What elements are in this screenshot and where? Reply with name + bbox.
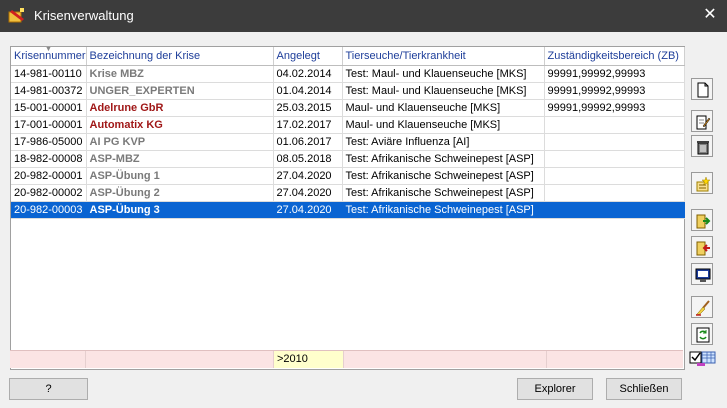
crisis-name-cell: AI PG KVP <box>86 133 274 151</box>
add-button[interactable] <box>691 172 713 194</box>
disease-cell: Test: Afrikanische Schweinepest [ASP] <box>342 184 545 202</box>
edit-button[interactable] <box>691 110 713 132</box>
disease-cell: Maul- und Klauenseuche [MKS] <box>342 116 545 134</box>
crisis-name-cell: Krise MBZ <box>86 65 274 83</box>
filter-name[interactable] <box>86 351 274 368</box>
disease-cell: Test: Maul- und Klauenseuche [MKS] <box>342 65 545 83</box>
crisis-name-cell: Automatix KG <box>86 116 274 134</box>
delete-button[interactable] <box>691 135 713 157</box>
refresh-button[interactable] <box>691 323 713 345</box>
table-row[interactable]: 14-981-00372 UNGER_EXPERTEN 01.04.2014 Test… <box>11 82 685 100</box>
table-row[interactable]: 20-982-00003 ASP-Übung 3 27.04.2020 Test: A… <box>11 201 685 219</box>
created-date-cell: 27.04.2020 <box>273 201 343 219</box>
created-date-cell: 27.04.2020 <box>273 167 343 185</box>
responsibility-cell: 99991,99992,99993 <box>544 99 685 117</box>
responsibility-cell: 99991,99992,99993 <box>544 65 685 83</box>
disease-cell: Test: Maul- und Klauenseuche [MKS] <box>342 82 545 100</box>
table-row[interactable]: 20-982-00001 ASP-Übung 1 27.04.2020 Test: A… <box>11 167 685 185</box>
crisis-number-cell: 17-001-00001 <box>11 116 87 134</box>
table-row[interactable]: 14-981-00110 Krise MBZ 04.02.2014 Test: Mau… <box>11 65 685 83</box>
checkbox-grid-icon <box>689 351 716 366</box>
table-row[interactable]: 17-001-00001 Automatix KG 17.02.2017 Maul- … <box>11 116 685 134</box>
created-date-cell: 01.06.2017 <box>273 133 343 151</box>
sort-indicator-icon: ▼ <box>45 47 52 53</box>
disease-cell: Test: Aviäre Influenza [AI] <box>342 133 545 151</box>
close-icon[interactable]: ✕ <box>693 0 727 32</box>
disease-cell: Test: Afrikanische Schweinepest [ASP] <box>342 150 545 168</box>
crisis-number-cell: 20-982-00002 <box>11 184 87 202</box>
crisis-name-cell: ASP-Übung 2 <box>86 184 274 202</box>
filter-disease[interactable] <box>344 351 547 368</box>
disease-cell: Test: Afrikanische Schweinepest [ASP] <box>342 201 545 219</box>
filter-row: >2010 <box>10 350 683 368</box>
table-header-row: ▼ Krisennummer Bezeichnung der Krise Ange… <box>11 47 685 66</box>
crisis-number-cell: 20-982-00001 <box>11 167 87 185</box>
screen-icon <box>695 268 711 282</box>
crisis-number-cell: 14-981-00110 <box>11 65 87 83</box>
crisis-number-cell: 18-982-00008 <box>11 150 87 168</box>
created-date-cell: 25.03.2015 <box>273 99 343 117</box>
edit-document-icon <box>696 115 711 130</box>
created-date-cell: 01.04.2014 <box>273 82 343 100</box>
add-star-icon <box>696 176 711 192</box>
responsibility-cell <box>544 150 685 168</box>
new-button[interactable] <box>691 78 713 100</box>
crisis-name-cell: ASP-MBZ <box>86 150 274 168</box>
column-header-name[interactable]: Bezeichnung der Krise <box>86 47 274 66</box>
explorer-button[interactable]: Explorer <box>517 378 593 400</box>
responsibility-cell <box>544 184 685 202</box>
created-date-cell: 08.05.2018 <box>273 150 343 168</box>
table-row[interactable]: 18-982-00008 ASP-MBZ 08.05.2018 Test: Afrik… <box>11 150 685 168</box>
column-header-nr[interactable]: ▼ Krisennummer <box>11 47 87 66</box>
filter-zb[interactable] <box>547 351 683 368</box>
crisis-name-cell: Adelrune GbR <box>86 99 274 117</box>
filter-date[interactable]: >2010 <box>274 351 344 368</box>
window-title: Krisenverwaltung <box>34 8 134 23</box>
created-date-cell: 27.04.2020 <box>273 184 343 202</box>
table-row[interactable]: 15-001-00001 Adelrune GbR 25.03.2015 Maul- … <box>11 99 685 117</box>
close-button[interactable]: Schließen <box>606 378 682 400</box>
import-button[interactable] <box>691 236 713 258</box>
brush-icon <box>695 300 710 316</box>
crisis-name-cell: UNGER_EXPERTEN <box>86 82 274 100</box>
column-header-date[interactable]: Angelegt <box>273 47 343 66</box>
new-document-icon <box>697 82 709 98</box>
column-select-toggle[interactable] <box>689 349 719 367</box>
crisis-number-cell: 20-982-00003 <box>11 201 87 219</box>
column-header-disease[interactable]: Tierseuche/Tierkrankheit <box>342 47 545 66</box>
crisis-table: ▼ Krisennummer Bezeichnung der Krise Ange… <box>10 46 685 370</box>
export-icon <box>696 214 711 229</box>
title-bar: Krisenverwaltung ✕ <box>0 0 727 32</box>
help-button[interactable]: ? <box>9 378 88 400</box>
export-button[interactable] <box>691 209 713 231</box>
crisis-name-cell: ASP-Übung 1 <box>86 167 274 185</box>
created-date-cell: 17.02.2017 <box>273 116 343 134</box>
responsibility-cell <box>544 116 685 134</box>
crisis-number-cell: 14-981-00372 <box>11 82 87 100</box>
responsibility-cell <box>544 167 685 185</box>
crisis-name-cell: ASP-Übung 3 <box>86 201 274 219</box>
view-button[interactable] <box>691 263 713 285</box>
column-header-zb[interactable]: Zuständigkeitsbereich (ZB) <box>544 47 685 66</box>
disease-cell: Test: Afrikanische Schweinepest [ASP] <box>342 167 545 185</box>
clear-button[interactable] <box>691 296 713 318</box>
table-row[interactable]: 20-982-00002 ASP-Übung 2 27.04.2020 Test: A… <box>11 184 685 202</box>
crisis-number-cell: 17-986-05000 <box>11 133 87 151</box>
import-icon <box>696 241 710 256</box>
responsibility-cell <box>544 201 685 219</box>
disease-cell: Maul- und Klauenseuche [MKS] <box>342 99 545 117</box>
created-date-cell: 04.02.2014 <box>273 65 343 83</box>
table-row[interactable]: 17-986-05000 AI PG KVP 01.06.2017 Test: Avi… <box>11 133 685 151</box>
filter-nr[interactable] <box>10 351 86 368</box>
refresh-icon <box>696 327 710 343</box>
crisis-number-cell: 15-001-00001 <box>11 99 87 117</box>
app-icon <box>8 8 24 23</box>
trash-icon <box>697 141 709 155</box>
responsibility-cell <box>544 133 685 151</box>
responsibility-cell: 99991,99992,99993 <box>544 82 685 100</box>
